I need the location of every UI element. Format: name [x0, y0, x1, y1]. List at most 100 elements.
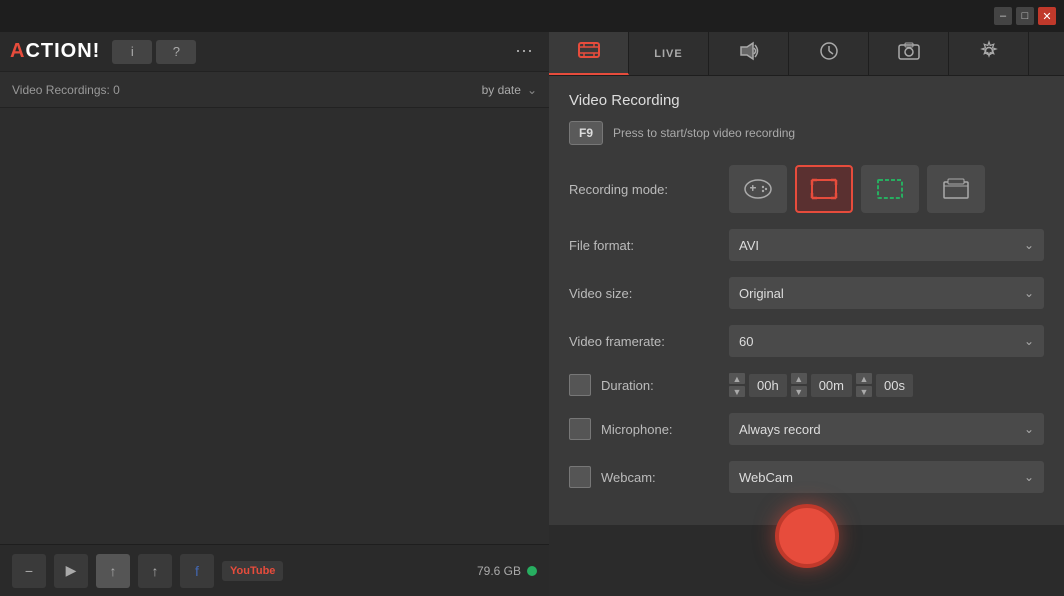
sort-label: by date: [482, 83, 521, 97]
title-bar: – □ ✕: [0, 0, 1064, 32]
app-header: ACTION! i ? ⋯: [0, 32, 549, 72]
hours-up-button[interactable]: ▲: [729, 373, 745, 384]
play-button[interactable]: ▶: [54, 554, 88, 588]
filter-bar: Video Recordings: 0 by date ⌄: [0, 72, 549, 108]
video-framerate-control: 60 ⌄: [729, 325, 1044, 357]
recordings-content-area: [0, 108, 549, 544]
info-button[interactable]: i: [112, 40, 152, 64]
video-framerate-chevron-icon: ⌄: [1024, 334, 1034, 348]
facebook-button[interactable]: f: [180, 554, 214, 588]
maximize-button[interactable]: □: [1016, 7, 1034, 25]
right-content: Video Recording F9 Press to start/stop v…: [549, 76, 1064, 525]
sort-button[interactable]: by date ⌄: [482, 83, 537, 97]
storage-label: 79.6 GB: [477, 564, 521, 578]
hours-stepper: ▲ ▼: [729, 373, 745, 397]
storage-info: 79.6 GB: [477, 564, 537, 578]
right-panel-wrapper: LIVE: [549, 32, 1064, 596]
audio-tab-icon: [739, 41, 759, 66]
video-size-value: Original: [739, 286, 784, 301]
video-framerate-value: 60: [739, 334, 753, 349]
tab-live[interactable]: LIVE: [629, 32, 709, 75]
video-framerate-row: Video framerate: 60 ⌄: [569, 325, 1044, 357]
hours-value: 00h: [749, 374, 787, 397]
file-format-value: AVI: [739, 238, 759, 253]
video-size-dropdown[interactable]: Original ⌄: [729, 277, 1044, 309]
video-framerate-label: Video framerate:: [569, 334, 729, 349]
export-button[interactable]: ↑: [138, 554, 172, 588]
microphone-dropdown[interactable]: Always record ⌄: [729, 413, 1044, 445]
file-format-label: File format:: [569, 238, 729, 253]
tab-audio[interactable]: [709, 32, 789, 75]
seconds-down-button[interactable]: ▼: [856, 386, 872, 397]
seconds-up-button[interactable]: ▲: [856, 373, 872, 384]
recording-mode-controls: [729, 165, 1044, 213]
duration-checkbox[interactable]: [569, 374, 591, 396]
sort-chevron-icon: ⌄: [527, 83, 537, 97]
webcam-row: Webcam: WebCam ⌄: [569, 461, 1044, 493]
left-panel: ACTION! i ? ⋯ Video Recordings: 0 by dat…: [0, 32, 549, 596]
tab-settings[interactable]: [949, 32, 1029, 75]
settings-tab-icon: [978, 40, 1000, 67]
video-size-row: Video size: Original ⌄: [569, 277, 1044, 309]
main-container: ACTION! i ? ⋯ Video Recordings: 0 by dat…: [0, 32, 1064, 596]
duration-label: Duration:: [601, 378, 729, 393]
mode-gamepad-button[interactable]: [729, 165, 787, 213]
microphone-checkbox[interactable]: [569, 418, 591, 440]
minutes-down-button[interactable]: ▼: [791, 386, 807, 397]
shortcut-description: Press to start/stop video recording: [613, 126, 795, 140]
minutes-stepper: ▲ ▼: [791, 373, 807, 397]
record-button[interactable]: [775, 504, 839, 568]
file-format-row: File format: AVI ⌄: [569, 229, 1044, 261]
help-button[interactable]: ?: [156, 40, 196, 64]
mode-window-button[interactable]: [927, 165, 985, 213]
file-format-dropdown[interactable]: AVI ⌄: [729, 229, 1044, 261]
recordings-count: Video Recordings: 0: [12, 83, 482, 97]
minimize-button[interactable]: –: [994, 7, 1012, 25]
tab-schedule[interactable]: [789, 32, 869, 75]
minutes-up-button[interactable]: ▲: [791, 373, 807, 384]
upload-button[interactable]: ↑: [96, 554, 130, 588]
webcam-chevron-icon: ⌄: [1024, 470, 1034, 484]
video-tab-icon: [578, 41, 600, 64]
tab-bar: LIVE: [549, 32, 1064, 76]
screenshot-tab-icon: [898, 42, 920, 65]
video-size-control: Original ⌄: [729, 277, 1044, 309]
mode-region-button[interactable]: [861, 165, 919, 213]
video-size-chevron-icon: ⌄: [1024, 286, 1034, 300]
file-format-control: AVI ⌄: [729, 229, 1044, 261]
schedule-tab-icon: [819, 41, 839, 66]
minutes-value: 00m: [811, 374, 852, 397]
microphone-chevron-icon: ⌄: [1024, 422, 1034, 436]
mode-fullscreen-button[interactable]: [795, 165, 853, 213]
video-size-label: Video size:: [569, 286, 729, 301]
file-format-chevron-icon: ⌄: [1024, 238, 1034, 252]
webcam-dropdown[interactable]: WebCam ⌄: [729, 461, 1044, 493]
tab-screenshot[interactable]: [869, 32, 949, 75]
bottom-bar: − ▶ ↑ ↑ f YouTube 79.6 GB: [0, 544, 549, 596]
right-panel: LIVE: [549, 32, 1064, 525]
shortcut-row: F9 Press to start/stop video recording: [569, 121, 1044, 145]
section-title: Video Recording: [569, 92, 1044, 109]
header-info-buttons: i ?: [112, 40, 196, 64]
minus-button[interactable]: −: [12, 554, 46, 588]
seconds-stepper: ▲ ▼: [856, 373, 872, 397]
youtube-button[interactable]: YouTube: [222, 561, 283, 581]
shortcut-key-badge: F9: [569, 121, 603, 145]
tab-video[interactable]: [549, 32, 629, 75]
storage-led-icon: [527, 566, 537, 576]
app-logo: ACTION!: [10, 40, 100, 63]
window-controls: – □ ✕: [994, 7, 1056, 25]
webcam-label: Webcam:: [601, 470, 729, 485]
hours-down-button[interactable]: ▼: [729, 386, 745, 397]
more-options-button[interactable]: ⋯: [509, 41, 539, 62]
live-tab-label: LIVE: [654, 48, 682, 60]
microphone-row: Microphone: Always record ⌄: [569, 413, 1044, 445]
seconds-value: 00s: [876, 374, 913, 397]
webcam-checkbox[interactable]: [569, 466, 591, 488]
microphone-label: Microphone:: [601, 422, 729, 437]
record-button-container: [775, 504, 839, 568]
duration-row: Duration: ▲ ▼ 00h ▲ ▼ 00m ▲: [569, 373, 1044, 397]
webcam-value: WebCam: [739, 470, 793, 485]
video-framerate-dropdown[interactable]: 60 ⌄: [729, 325, 1044, 357]
close-button[interactable]: ✕: [1038, 7, 1056, 25]
